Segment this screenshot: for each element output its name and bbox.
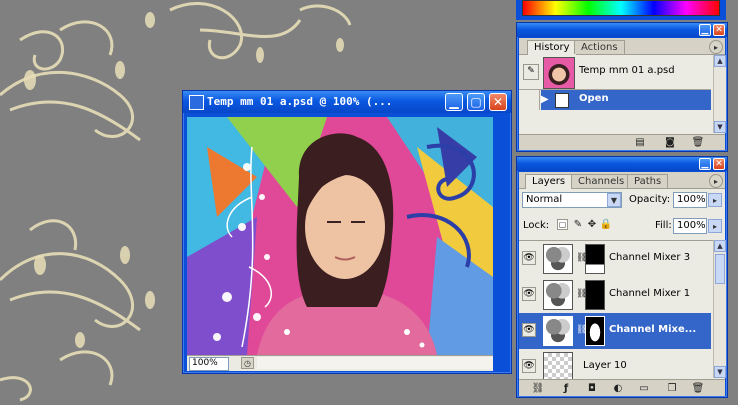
layer-row[interactable]: 👁 ⛓ Channel Mixer 1 (519, 277, 711, 314)
chevron-down-icon[interactable]: ▼ (607, 193, 621, 207)
new-group-icon[interactable]: ▭ (637, 381, 651, 395)
snapshot-label: Temp mm 01 a.psd (579, 65, 675, 76)
history-titlebar[interactable]: ▁ ✕ (517, 23, 727, 37)
history-step-label: Open (579, 93, 609, 104)
document-status-bar: 100% ◷ (187, 355, 493, 371)
photoshop-document-icon (189, 95, 204, 110)
eye-icon[interactable]: 👁 (522, 287, 536, 301)
maximize-button[interactable]: ▢ (467, 93, 485, 111)
layer-name: Channel Mixer 1 (609, 288, 691, 299)
layer-name: Channel Mixer 3 (609, 252, 691, 263)
document-titlebar[interactable]: Temp mm 01 a.psd @ 100% (... ▁ ▢ ✕ (183, 91, 511, 113)
color-ramp[interactable] (522, 0, 720, 16)
tab-layers[interactable]: Layers (525, 174, 573, 189)
layer-mask-thumbnail[interactable] (585, 316, 605, 346)
lock-label: Lock: (523, 220, 550, 231)
layers-panel: ▁ ✕ Layers Channels Paths ▸ Normal ▼ Opa… (516, 156, 728, 398)
layer-row[interactable]: 👁 ⛓ Channel Mixer 3 (519, 241, 711, 278)
history-snapshot-row[interactable]: ✎ Temp mm 01 a.psd (519, 55, 711, 90)
panel-menu-button[interactable]: ▸ (709, 40, 723, 54)
layer-name: Channel Mixe... (609, 324, 697, 335)
layers-scrollbar[interactable]: ▲ ▼ (713, 240, 726, 378)
fill-slider-button[interactable]: ▸ (708, 219, 722, 233)
eye-icon[interactable]: 👁 (522, 323, 536, 337)
layers-footer: ⛓ ƒ ◘ ◐ ▭ ❐ 🗑 (519, 379, 725, 396)
close-button[interactable]: ✕ (713, 24, 725, 36)
scroll-up-button[interactable]: ▲ (714, 240, 726, 252)
history-footer: ▤ ◙ 🗑 (519, 134, 725, 150)
opacity-slider-button[interactable]: ▸ (708, 193, 722, 207)
layer-style-icon[interactable]: ƒ (559, 381, 573, 395)
minimize-button[interactable]: ▁ (445, 93, 463, 111)
adjustment-layer-icon (543, 244, 573, 274)
tab-history[interactable]: History (527, 40, 577, 55)
new-document-from-state-icon[interactable]: ▤ (633, 135, 647, 149)
tab-paths[interactable]: Paths (627, 174, 669, 188)
trash-icon[interactable]: 🗑 (691, 135, 705, 149)
layers-titlebar[interactable]: ▁ ✕ (517, 157, 727, 171)
scroll-down-button[interactable]: ▼ (714, 366, 726, 378)
adjustment-layer-icon (543, 316, 573, 346)
scroll-up-button[interactable]: ▲ (714, 55, 726, 67)
eye-icon[interactable]: 👁 (522, 359, 536, 373)
close-button[interactable]: ✕ (713, 158, 725, 170)
brush-icon[interactable]: ✎ (523, 64, 539, 80)
scroll-down-button[interactable]: ▼ (714, 121, 726, 133)
document-canvas[interactable] (187, 117, 493, 355)
tab-channels[interactable]: Channels (571, 174, 632, 188)
lock-brush-icon[interactable]: ✎ (571, 217, 585, 231)
snapshot-thumbnail (543, 57, 575, 89)
tab-actions[interactable]: Actions (574, 40, 625, 54)
document-title: Temp mm 01 a.psd @ 100% (... (207, 95, 393, 108)
opacity-field[interactable]: 100% (673, 192, 707, 208)
minimize-button[interactable]: ▁ (699, 24, 711, 36)
trash-icon[interactable]: 🗑 (691, 381, 705, 395)
minimize-button[interactable]: ▁ (699, 158, 711, 170)
history-step-open[interactable]: ▶ Open (519, 90, 711, 110)
layer-row[interactable]: 👁 Layer 10 (519, 349, 711, 379)
add-mask-icon[interactable]: ◘ (585, 381, 599, 395)
status-menu-button[interactable]: ◷ (241, 357, 254, 369)
horizontal-scrollbar[interactable] (257, 357, 493, 369)
link-layers-icon[interactable]: ⛓ (531, 381, 545, 395)
lock-transparency-icon[interactable]: ▢ (557, 219, 568, 230)
history-pointer-icon: ▶ (541, 94, 549, 105)
fill-field[interactable]: 100% (673, 218, 707, 234)
close-button[interactable]: ✕ (489, 93, 507, 111)
lock-move-icon[interactable]: ✥ (585, 217, 599, 231)
color-panel (516, 0, 726, 20)
new-layer-icon[interactable]: ❐ (665, 381, 679, 395)
adjustment-layer-button-icon[interactable]: ◐ (611, 381, 625, 395)
layer-list: 👁 ⛓ Channel Mixer 3 👁 ⛓ Channel Mixer 1 … (519, 240, 713, 379)
lock-all-icon[interactable]: 🔒 (599, 217, 613, 231)
snapshot-camera-icon[interactable]: ◙ (663, 135, 677, 149)
history-panel: ▁ ✕ History Actions ▸ ✎ Temp mm 01 a.psd… (516, 22, 728, 152)
scroll-thumb[interactable] (715, 254, 725, 284)
document-icon (555, 93, 569, 108)
adjustment-layer-icon (543, 280, 573, 310)
eye-icon[interactable]: 👁 (522, 251, 536, 265)
layer-mask-thumbnail[interactable] (585, 244, 605, 274)
document-window: Temp mm 01 a.psd @ 100% (... ▁ ▢ ✕ 100% … (182, 90, 512, 374)
layer-thumbnail (543, 352, 573, 379)
zoom-level[interactable]: 100% (189, 357, 229, 371)
layer-name: Layer 10 (583, 360, 627, 371)
panel-menu-button[interactable]: ▸ (709, 174, 723, 188)
layer-row[interactable]: 👁 ⛓ Channel Mixe... (519, 313, 711, 350)
opacity-label: Opacity: (629, 194, 671, 205)
history-scrollbar[interactable]: ▲ ▼ (713, 55, 726, 133)
layer-mask-thumbnail[interactable] (585, 280, 605, 310)
fill-label: Fill: (655, 220, 672, 231)
